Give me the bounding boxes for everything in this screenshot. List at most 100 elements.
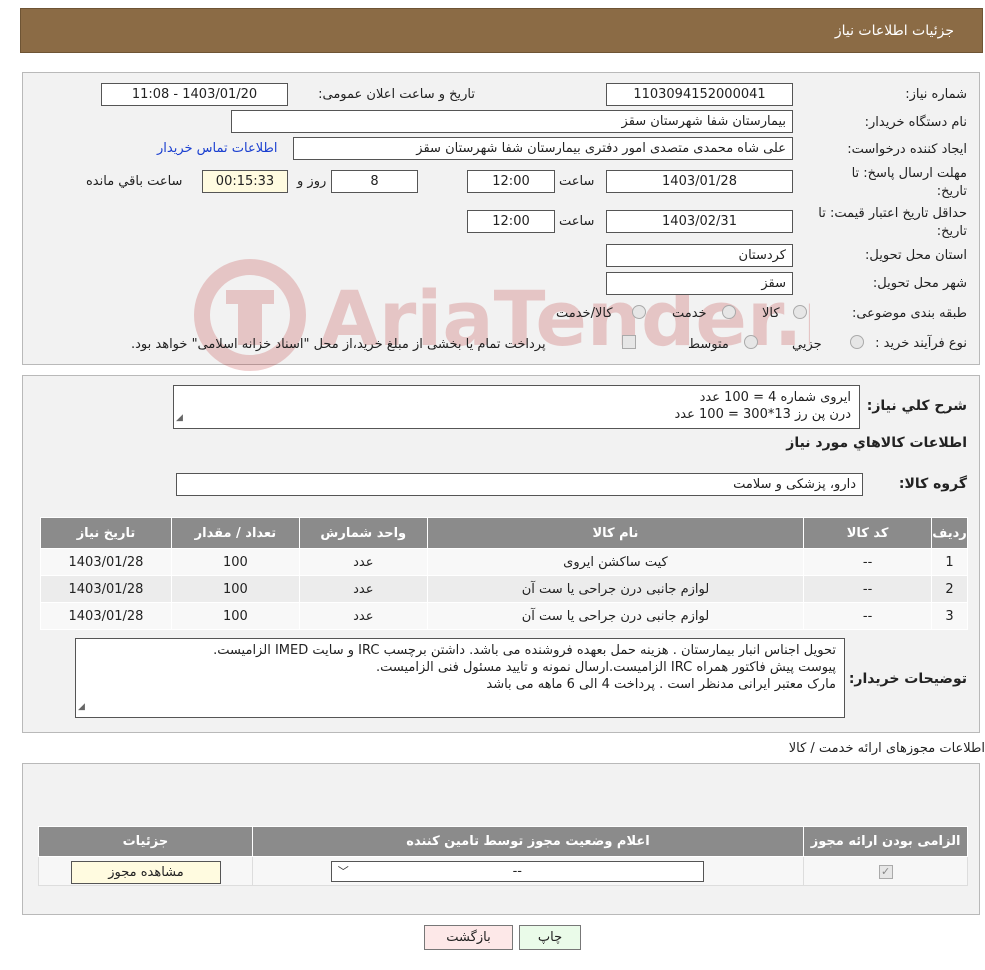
category-option-service: خدمت bbox=[672, 306, 707, 321]
buyer-notes-textarea[interactable]: تحویل اجناس انبار بیمارستان . هزینه حمل … bbox=[75, 638, 845, 718]
col-quantity: تعداد / مقدار bbox=[170, 517, 300, 549]
cell-quantity: 100 bbox=[170, 602, 300, 630]
buyer-notes-line-2: پیوست پیش فاکتور همراه IRC الزامیست.ارسا… bbox=[376, 660, 836, 675]
permits-table: الزامی بودن ارائه مجوز اعلام وضعیت مجوز … bbox=[38, 826, 968, 886]
time-remaining-field: 00:15:33 bbox=[202, 170, 288, 193]
process-option-medium: متوسط bbox=[688, 337, 729, 352]
cell-code: -- bbox=[803, 548, 933, 576]
permit-status-cell: -- ﹀ bbox=[251, 856, 805, 886]
col-code: کد کالا bbox=[803, 517, 933, 549]
category-option-goods-service: کالا/خدمت bbox=[556, 306, 613, 321]
cell-row: 2 bbox=[931, 575, 968, 603]
view-permit-button[interactable]: مشاهده مجوز bbox=[71, 861, 221, 884]
validity-time-label: ساعت bbox=[559, 214, 595, 229]
cell-quantity: 100 bbox=[170, 575, 300, 603]
buyer-org-label: نام دستگاه خریدار: bbox=[864, 115, 967, 130]
process-radio-minor[interactable] bbox=[850, 335, 864, 349]
resize-handle-icon[interactable]: ◢ bbox=[176, 410, 183, 427]
back-button[interactable]: بازگشت bbox=[424, 925, 513, 950]
cell-name: لوازم جانبی درن جراحی یا ست آن bbox=[426, 602, 805, 630]
table-row: 1 -- کیت ساکشن ایروی عدد 100 1403/01/28 bbox=[40, 548, 968, 576]
announce-datetime-field: 1403/01/20 - 11:08 bbox=[101, 83, 288, 106]
time-remaining-label: ساعت باقي مانده bbox=[86, 174, 183, 189]
cell-need-date: 1403/01/28 bbox=[40, 548, 172, 576]
buyer-notes-label: توضیحات خریدار: bbox=[848, 671, 967, 687]
validity-label: حداقل تاریخ اعتبار قیمت: تا bbox=[818, 206, 967, 221]
permit-status-select[interactable]: -- ﹀ bbox=[330, 861, 704, 882]
permit-status-value: -- bbox=[512, 864, 522, 879]
description-line-1: ایروی شماره 4 = 100 عدد bbox=[699, 390, 851, 405]
category-radio-goods[interactable] bbox=[793, 305, 807, 319]
cell-code: -- bbox=[803, 602, 933, 630]
buyer-notes-line-3: مارک معتبر ایرانی مدنظر است . پرداخت 4 ا… bbox=[486, 677, 836, 692]
table-row: ✓ -- ﹀ مشاهده مجوز bbox=[38, 856, 968, 886]
cell-unit: عدد bbox=[298, 548, 428, 576]
items-table-header: رديف کد کالا نام کالا واحد شمارش تعداد /… bbox=[40, 517, 968, 549]
payment-checkbox[interactable] bbox=[622, 335, 636, 349]
city-field: سقز bbox=[606, 272, 793, 295]
permit-required-cell: ✓ bbox=[803, 856, 968, 886]
cell-need-date: 1403/01/28 bbox=[40, 602, 172, 630]
col-need-date: تاریخ نیاز bbox=[40, 517, 172, 549]
buyer-org-field: بیمارستان شفا شهرستان سقز bbox=[231, 110, 793, 133]
process-option-minor: جزیي bbox=[792, 337, 822, 352]
page-title: جزئیات اطلاعات نیاز bbox=[834, 23, 954, 39]
col-permit-status: اعلام وضعیت مجوز توسط تامین کننده bbox=[251, 826, 805, 857]
cell-row: 1 bbox=[931, 548, 968, 576]
description-label: شرح کلي نياز: bbox=[866, 398, 967, 414]
validity-time-field: 12:00 bbox=[467, 210, 555, 233]
days-label: روز و bbox=[297, 174, 327, 189]
validity-label-date: تاریخ: bbox=[936, 224, 967, 239]
items-table: رديف کد کالا نام کالا واحد شمارش تعداد /… bbox=[40, 517, 968, 630]
requester-field: علی شاه محمدی متصدی امور دفتری بیمارستان… bbox=[293, 137, 793, 160]
announce-label: تاریخ و ساعت اعلان عمومی: bbox=[318, 87, 475, 102]
chevron-down-icon: ﹀ bbox=[337, 865, 349, 878]
process-radio-medium[interactable] bbox=[744, 335, 758, 349]
permit-details-cell: مشاهده مجوز bbox=[38, 856, 253, 886]
validity-date-field: 1403/02/31 bbox=[606, 210, 793, 233]
city-label: شهر محل تحویل: bbox=[872, 276, 967, 291]
items-heading: اطلاعات کالاهاي مورد نياز bbox=[786, 435, 967, 451]
col-name: نام کالا bbox=[426, 517, 805, 549]
deadline-date-field: 1403/01/28 bbox=[606, 170, 793, 193]
category-radio-service[interactable] bbox=[722, 305, 736, 319]
process-label: نوع فرآیند خرید : bbox=[875, 336, 967, 351]
checkmark-icon: ✓ bbox=[878, 864, 893, 879]
print-button[interactable]: چاپ bbox=[519, 925, 581, 950]
goods-group-field: دارو، پزشکی و سلامت bbox=[176, 473, 863, 496]
resize-handle-icon[interactable]: ◢ bbox=[78, 699, 85, 716]
need-number-field: 1103094152000041 bbox=[606, 83, 793, 106]
table-row: 3 -- لوازم جانبی درن جراحی یا ست آن عدد … bbox=[40, 602, 968, 630]
requester-label: ایجاد کننده درخواست: bbox=[847, 142, 967, 157]
category-label: طبقه بندی موضوعی: bbox=[851, 306, 967, 321]
province-field: کردستان bbox=[606, 244, 793, 267]
province-label: استان محل تحویل: bbox=[865, 248, 967, 263]
goods-group-label: گروه کالا: bbox=[898, 476, 967, 492]
description-textarea[interactable]: ایروی شماره 4 = 100 عدد درن پن رز 13*300… bbox=[173, 385, 860, 429]
permits-table-header: الزامی بودن ارائه مجوز اعلام وضعیت مجوز … bbox=[38, 826, 968, 857]
cell-unit: عدد bbox=[298, 575, 428, 603]
col-permit-required: الزامی بودن ارائه مجوز bbox=[803, 826, 968, 857]
deadline-time-field: 12:00 bbox=[467, 170, 555, 193]
description-line-2: درن پن رز 13*300 = 100 عدد bbox=[674, 407, 851, 422]
page-header: جزئیات اطلاعات نیاز bbox=[20, 8, 983, 53]
buyer-contact-link[interactable]: اطلاعات تماس خریدار bbox=[157, 141, 277, 156]
table-row: 2 -- لوازم جانبی درن جراحی یا ست آن عدد … bbox=[40, 575, 968, 603]
category-option-goods: کالا bbox=[762, 306, 780, 321]
col-row: رديف bbox=[931, 517, 968, 549]
days-remaining-field: 8 bbox=[331, 170, 418, 193]
cell-quantity: 100 bbox=[170, 548, 300, 576]
col-unit: واحد شمارش bbox=[298, 517, 428, 549]
col-permit-details: جزئیات bbox=[38, 826, 253, 857]
cell-name: کیت ساکشن ایروی bbox=[426, 548, 805, 576]
deadline-label: مهلت ارسال پاسخ: تا bbox=[851, 166, 967, 181]
cell-name: لوازم جانبی درن جراحی یا ست آن bbox=[426, 575, 805, 603]
cell-unit: عدد bbox=[298, 602, 428, 630]
category-radio-goods-service[interactable] bbox=[632, 305, 646, 319]
payment-note: پرداخت تمام یا بخشی از مبلغ خرید،از محل … bbox=[131, 337, 546, 352]
permits-heading: اطلاعات مجوزهای ارائه خدمت / کالا bbox=[788, 741, 985, 756]
buyer-notes-line-1: تحویل اجناس انبار بیمارستان . هزینه حمل … bbox=[213, 643, 836, 658]
deadline-label-date: تاریخ: bbox=[936, 184, 967, 199]
deadline-time-label: ساعت bbox=[559, 174, 595, 189]
cell-row: 3 bbox=[931, 602, 968, 630]
